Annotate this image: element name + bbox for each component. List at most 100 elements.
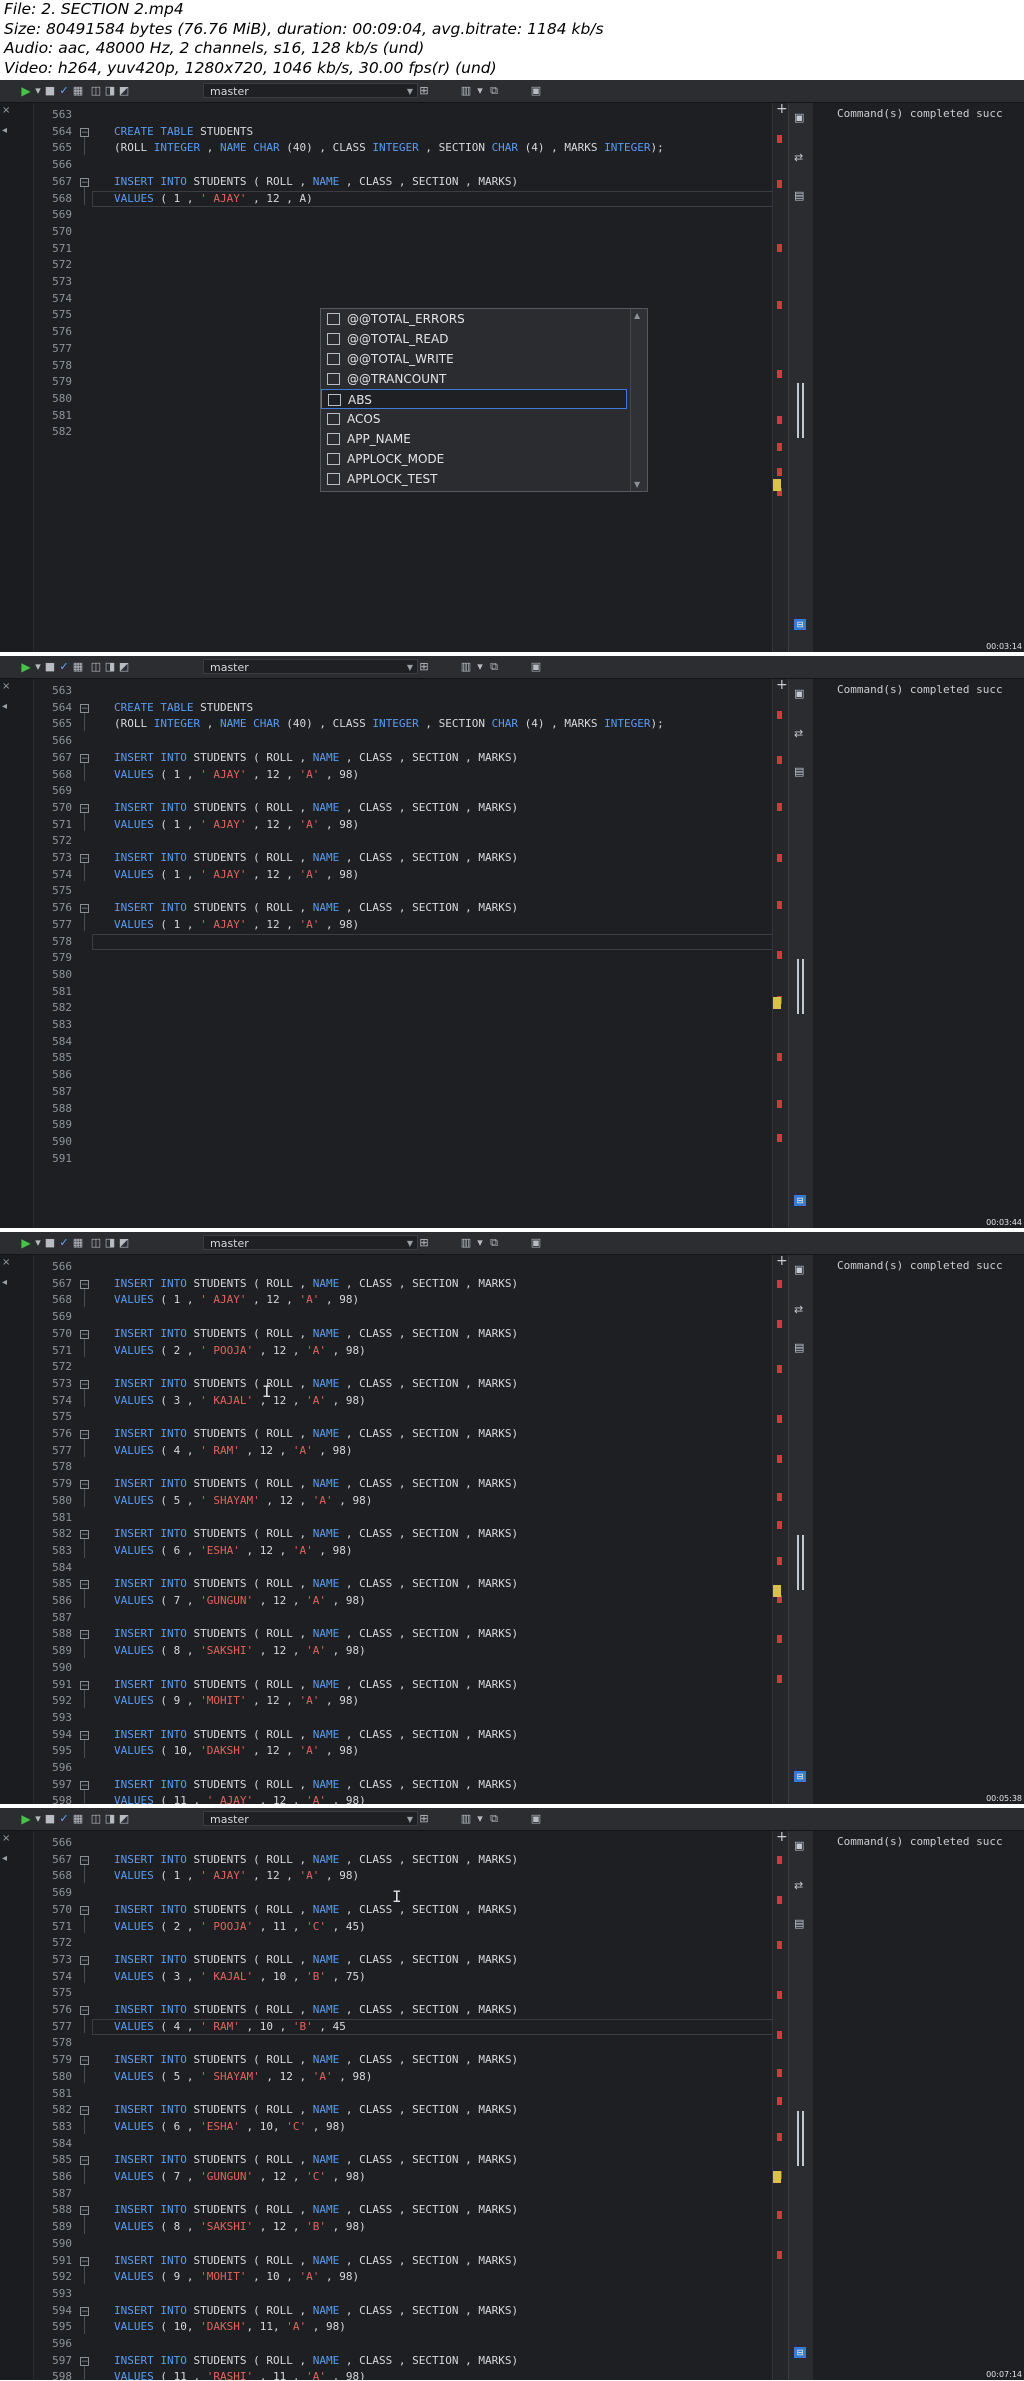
results-grid-icon[interactable]: ▥ <box>460 1236 472 1250</box>
query-options-icon[interactable]: ⊞ <box>418 84 430 98</box>
autocomplete-item[interactable]: APPLOCK_TEST <box>321 469 627 489</box>
split-pane-icon[interactable]: ⧉ <box>488 1236 500 1250</box>
stop-icon[interactable]: ■ <box>44 1812 56 1826</box>
split-pane-icon[interactable]: ⧉ <box>488 660 500 674</box>
chevron-down-icon[interactable]: ▾ <box>474 84 486 98</box>
editor-scrollbar[interactable]: + <box>772 1829 789 2380</box>
editor-scrollbar[interactable]: + <box>772 101 789 652</box>
splitter-handle[interactable] <box>797 2111 804 2166</box>
comment-icon[interactable]: ▣ <box>530 1236 542 1250</box>
splitter-handle[interactable] <box>797 959 804 1014</box>
swap-icon[interactable]: ⇄ <box>794 727 803 740</box>
results-grid-icon[interactable]: ▥ <box>460 660 472 674</box>
query-options-icon[interactable]: ⊞ <box>418 1236 430 1250</box>
document-icon[interactable]: ▤ <box>794 189 804 202</box>
parse-check-icon[interactable]: ✓ <box>58 1236 70 1250</box>
fold-toggle-icon[interactable]: − <box>80 1905 89 1915</box>
include-plan-icon[interactable]: ◨ <box>104 84 116 98</box>
results-pane-icon[interactable]: ▣ <box>794 1839 804 1852</box>
connect-icon[interactable]: ◩ <box>118 1812 130 1826</box>
fold-toggle-icon[interactable]: − <box>80 854 89 864</box>
split-pane-icon[interactable]: ⧉ <box>488 1812 500 1826</box>
fold-toggle-icon[interactable]: − <box>80 1329 89 1339</box>
editor-scrollbar[interactable]: + <box>772 1253 789 1804</box>
fold-toggle-icon[interactable]: − <box>80 1780 89 1790</box>
split-pane-icon[interactable]: ⧉ <box>488 84 500 98</box>
close-icon[interactable]: × <box>2 105 10 116</box>
pin-icon[interactable]: ◂ <box>2 1277 7 1288</box>
fold-toggle-icon[interactable]: − <box>80 2156 89 2166</box>
results-icon[interactable]: ▦ <box>72 1236 84 1250</box>
stop-icon[interactable]: ■ <box>44 660 56 674</box>
add-icon[interactable]: + <box>776 101 788 117</box>
chevron-down-icon[interactable]: ▾ <box>474 660 486 674</box>
query-options-icon[interactable]: ⊞ <box>418 660 430 674</box>
pin-icon[interactable]: ◂ <box>2 125 7 136</box>
play-icon[interactable]: ▶ <box>20 84 32 98</box>
fold-toggle-icon[interactable]: − <box>80 1630 89 1640</box>
connect-icon[interactable]: ◩ <box>118 660 130 674</box>
results-pane-icon[interactable]: ▣ <box>794 687 804 700</box>
fold-toggle-icon[interactable]: − <box>80 1530 89 1540</box>
chevron-down-icon[interactable]: ▾ <box>32 1236 44 1250</box>
query-editor[interactable]: INSERT INTO STUDENTS ( ROLL , NAME , CLA… <box>92 1831 774 2380</box>
fold-toggle-icon[interactable]: − <box>80 1430 89 1440</box>
comment-icon[interactable]: ▣ <box>530 660 542 674</box>
autocomplete-item[interactable]: APP_NAME <box>321 429 627 449</box>
fold-toggle-icon[interactable]: − <box>80 2306 89 2316</box>
panel-toggle-icon[interactable]: ⊟ <box>794 2347 806 2358</box>
add-icon[interactable]: + <box>776 1253 788 1269</box>
fold-toggle-icon[interactable]: − <box>80 1855 89 1865</box>
database-selector[interactable]: master ▼ <box>203 1811 418 1826</box>
fold-toggle-icon[interactable]: − <box>80 1680 89 1690</box>
parse-check-icon[interactable]: ✓ <box>58 660 70 674</box>
chevron-down-icon[interactable]: ▾ <box>474 1236 486 1250</box>
scroll-down-icon[interactable]: ▼ <box>634 480 640 489</box>
database-selector[interactable]: master ▼ <box>203 659 418 674</box>
fold-toggle-icon[interactable]: − <box>80 2106 89 2116</box>
pin-icon[interactable]: ◂ <box>2 701 7 712</box>
comment-icon[interactable]: ▣ <box>530 1812 542 1826</box>
parse-check-icon[interactable]: ✓ <box>58 1812 70 1826</box>
database-selector[interactable]: master ▼ <box>203 1235 418 1250</box>
estimated-plan-icon[interactable]: ◫ <box>90 84 102 98</box>
editor-scrollbar[interactable]: + <box>772 677 789 1228</box>
play-icon[interactable]: ▶ <box>20 660 32 674</box>
fold-toggle-icon[interactable]: − <box>80 1580 89 1590</box>
estimated-plan-icon[interactable]: ◫ <box>90 1812 102 1826</box>
stop-icon[interactable]: ■ <box>44 84 56 98</box>
splitter-handle[interactable] <box>797 1535 804 1590</box>
close-icon[interactable]: × <box>2 1833 10 1844</box>
fold-toggle-icon[interactable]: − <box>80 2056 89 2066</box>
autocomplete-item[interactable]: @@TOTAL_READ <box>321 329 627 349</box>
results-pane-icon[interactable]: ▣ <box>794 111 804 124</box>
connect-icon[interactable]: ◩ <box>118 84 130 98</box>
fold-toggle-icon[interactable]: − <box>80 1730 89 1740</box>
document-icon[interactable]: ▤ <box>794 1341 804 1354</box>
autocomplete-item[interactable]: @@TOTAL_WRITE <box>321 349 627 369</box>
close-icon[interactable]: × <box>2 1257 10 1268</box>
add-icon[interactable]: + <box>776 677 788 693</box>
autocomplete-list[interactable]: @@TOTAL_ERRORS @@TOTAL_READ @@TOTAL_WRITE @… <box>320 308 648 492</box>
swap-icon[interactable]: ⇄ <box>794 1303 803 1316</box>
query-options-icon[interactable]: ⊞ <box>418 1812 430 1826</box>
autocomplete-item[interactable]: ABS <box>321 389 627 409</box>
autocomplete-scrollbar[interactable]: ▲ ▼ <box>630 309 647 491</box>
swap-icon[interactable]: ⇄ <box>794 1879 803 1892</box>
fold-toggle-icon[interactable]: − <box>80 904 89 914</box>
stop-icon[interactable]: ■ <box>44 1236 56 1250</box>
comment-icon[interactable]: ▣ <box>530 84 542 98</box>
results-icon[interactable]: ▦ <box>72 660 84 674</box>
query-editor[interactable]: INSERT INTO STUDENTS ( ROLL , NAME , CLA… <box>92 1255 774 1804</box>
fold-toggle-icon[interactable]: − <box>80 753 89 763</box>
results-icon[interactable]: ▦ <box>72 1812 84 1826</box>
play-icon[interactable]: ▶ <box>20 1812 32 1826</box>
results-icon[interactable]: ▦ <box>72 84 84 98</box>
chevron-down-icon[interactable]: ▾ <box>32 660 44 674</box>
fold-toggle-icon[interactable]: − <box>80 803 89 813</box>
splitter-handle[interactable] <box>797 383 804 438</box>
results-grid-icon[interactable]: ▥ <box>460 84 472 98</box>
fold-toggle-icon[interactable]: − <box>80 2006 89 2016</box>
chevron-down-icon[interactable]: ▾ <box>32 84 44 98</box>
panel-toggle-icon[interactable]: ⊟ <box>794 1195 806 1206</box>
